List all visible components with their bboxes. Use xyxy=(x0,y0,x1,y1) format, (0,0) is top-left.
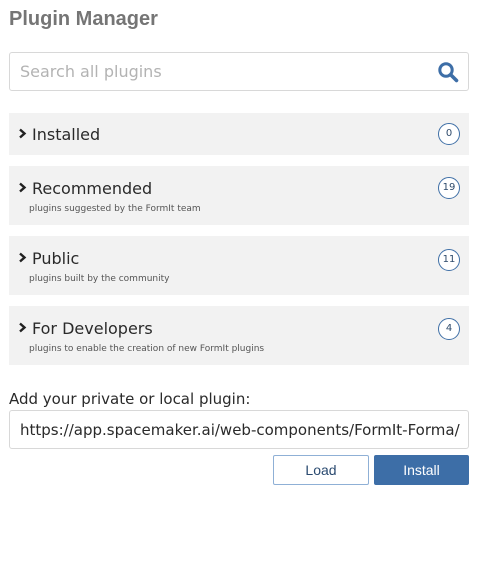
count-badge: 0 xyxy=(438,123,460,145)
section-installed[interactable]: Installed 0 xyxy=(9,113,469,155)
section-recommended[interactable]: Recommended plugins suggested by the For… xyxy=(9,166,469,225)
plugin-url-box[interactable] xyxy=(9,410,469,449)
chevron-right-icon xyxy=(19,322,27,333)
count-badge: 19 xyxy=(438,177,460,199)
section-for-developers[interactable]: For Developers plugins to enable the cre… xyxy=(9,306,469,365)
add-plugin-label: Add your private or local plugin: xyxy=(9,390,251,408)
chevron-right-icon xyxy=(19,252,27,263)
chevron-right-icon xyxy=(19,128,27,139)
count-badge: 11 xyxy=(438,249,460,271)
chevron-right-icon xyxy=(19,182,27,193)
section-public[interactable]: Public plugins built by the community 11 xyxy=(9,236,469,295)
section-label: Public xyxy=(32,249,80,268)
section-label: For Developers xyxy=(32,319,153,338)
section-label: Recommended xyxy=(32,179,153,198)
search-input[interactable] xyxy=(20,53,420,90)
search-box[interactable] xyxy=(9,52,469,91)
plugin-url-input[interactable] xyxy=(20,411,460,448)
plugin-manager-panel: Plugin Manager Installed 0 Recommended p… xyxy=(0,0,477,575)
page-title: Plugin Manager xyxy=(9,8,158,30)
section-label: Installed xyxy=(32,125,101,144)
section-subtitle: plugins to enable the creation of new Fo… xyxy=(29,344,265,354)
install-button[interactable]: Install xyxy=(374,455,469,485)
search-icon[interactable] xyxy=(437,61,459,83)
section-subtitle: plugins suggested by the FormIt team xyxy=(29,204,201,214)
section-subtitle: plugins built by the community xyxy=(29,274,170,284)
count-badge: 4 xyxy=(438,318,460,340)
load-button[interactable]: Load xyxy=(273,455,369,485)
